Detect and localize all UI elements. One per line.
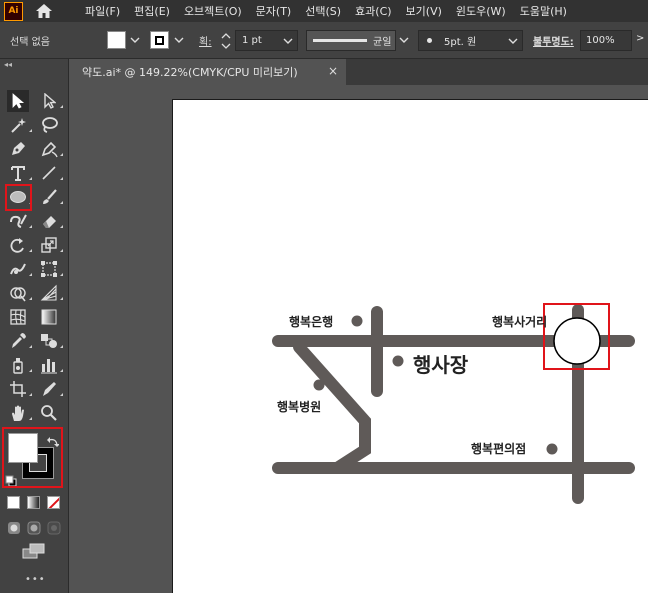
document-tab[interactable]: 약도.ai* @ 149.22%(CMYK/CPU 미리보기) × bbox=[70, 59, 346, 85]
home-icon[interactable] bbox=[33, 1, 55, 21]
menu-type[interactable]: 문자(T) bbox=[256, 3, 292, 19]
crossroad-circle bbox=[553, 317, 601, 365]
selection-tool-icon[interactable] bbox=[7, 90, 29, 112]
map-illustration bbox=[272, 303, 635, 504]
screen-mode-icon[interactable] bbox=[22, 543, 46, 563]
menu-edit[interactable]: 편집(E) bbox=[134, 3, 170, 19]
hospital-label: 행복병원 bbox=[277, 400, 322, 414]
gradient-tool-icon[interactable] bbox=[38, 306, 60, 328]
direct-selection-tool-icon[interactable] bbox=[38, 90, 60, 112]
stroke-swatch[interactable] bbox=[150, 31, 169, 49]
hospital-marker bbox=[313, 379, 325, 391]
menu-object[interactable]: 오브젝트(O) bbox=[184, 3, 242, 19]
menu-bar: Ai 파일(F) 편집(E) 오브젝트(O) 문자(T) 선택(S) 효과(C)… bbox=[0, 0, 648, 22]
variable-width-profile[interactable]: 균일 bbox=[306, 30, 396, 51]
selection-status: 선택 없음 bbox=[10, 36, 50, 48]
control-bar: 선택 없음 획: 1 pt 균일 5pt. 원 불투명도: 100% > bbox=[0, 22, 648, 59]
ellipse-tool-highlight bbox=[5, 184, 32, 211]
draw-inside-icon[interactable] bbox=[47, 520, 61, 539]
none-mode-button[interactable] bbox=[47, 496, 60, 509]
stroke-weight-field[interactable]: 1 pt bbox=[235, 30, 298, 51]
artboard-tool-icon[interactable] bbox=[7, 378, 29, 400]
column-graph-tool-icon[interactable] bbox=[38, 354, 60, 376]
shaper-tool-icon[interactable] bbox=[7, 210, 29, 232]
toolbox: ◂◂ ••• bbox=[0, 59, 69, 593]
eyedropper-tool-icon[interactable] bbox=[7, 330, 29, 352]
profile-label: 균일 bbox=[373, 37, 392, 48]
curvature-tool-icon[interactable] bbox=[38, 138, 60, 160]
line-segment-tool-icon[interactable] bbox=[38, 162, 60, 184]
store-marker bbox=[546, 443, 558, 455]
more-tools-button[interactable]: ••• bbox=[25, 574, 46, 585]
venue-marker bbox=[392, 355, 404, 367]
slice-tool-icon[interactable] bbox=[38, 378, 60, 400]
draw-normal-icon[interactable] bbox=[7, 520, 21, 539]
scale-tool-icon[interactable] bbox=[38, 234, 60, 256]
stroke-spinner-icon[interactable] bbox=[219, 30, 233, 52]
fill-color-swatch[interactable] bbox=[8, 433, 38, 463]
free-transform-tool-icon[interactable] bbox=[38, 258, 60, 280]
crossroad-label: 행복사거리 bbox=[492, 315, 548, 329]
color-mode-button[interactable] bbox=[7, 496, 20, 509]
profile-line bbox=[313, 39, 367, 42]
venue-label: 행사장 bbox=[413, 353, 469, 377]
symbol-sprayer-tool-icon[interactable] bbox=[7, 354, 29, 376]
brush-label: 5pt. 원 bbox=[444, 37, 477, 48]
bank-label: 행복은행 bbox=[289, 315, 334, 329]
brush-definition[interactable]: 5pt. 원 bbox=[418, 30, 523, 51]
menu-help[interactable]: 도움말(H) bbox=[520, 3, 567, 19]
artboard[interactable]: 행복은행 행복사거리 행사장 행복병원 행복편의점 bbox=[172, 99, 648, 593]
store-label: 행복편의점 bbox=[471, 442, 527, 456]
stroke-weight-value: 1 pt bbox=[242, 35, 262, 46]
lasso-tool-icon[interactable] bbox=[38, 114, 60, 136]
shape-builder-tool-icon[interactable] bbox=[7, 282, 29, 304]
menu-effect[interactable]: 효과(C) bbox=[355, 3, 392, 19]
menu-view[interactable]: 보기(V) bbox=[406, 3, 442, 19]
rotate-tool-icon[interactable] bbox=[7, 234, 29, 256]
magic-wand-tool-icon[interactable] bbox=[7, 114, 29, 136]
blend-tool-icon[interactable] bbox=[38, 330, 60, 352]
opacity-label[interactable]: 불투명도: bbox=[533, 33, 574, 48]
brush-dot-icon bbox=[427, 38, 432, 43]
illustrator-logo: Ai bbox=[4, 1, 23, 21]
warp-tool-icon[interactable] bbox=[7, 258, 29, 280]
document-tab-bar: 약도.ai* @ 149.22%(CMYK/CPU 미리보기) × bbox=[70, 59, 648, 85]
zoom-tool-icon[interactable] bbox=[38, 402, 60, 424]
paintbrush-tool-icon[interactable] bbox=[38, 186, 60, 208]
toolbox-collapse-icon[interactable]: ◂◂ bbox=[4, 60, 12, 69]
fill-swatch[interactable] bbox=[107, 31, 126, 49]
menu-file[interactable]: 파일(F) bbox=[85, 3, 120, 19]
menu-select[interactable]: 선택(S) bbox=[305, 3, 341, 19]
stroke-label[interactable]: 획: bbox=[199, 33, 212, 48]
opacity-field[interactable]: 100% bbox=[580, 30, 632, 51]
draw-behind-icon[interactable] bbox=[27, 520, 41, 539]
bank-marker bbox=[351, 315, 363, 327]
type-tool-icon[interactable] bbox=[7, 162, 29, 184]
stroke-dropdown-icon[interactable] bbox=[173, 31, 185, 49]
perspective-grid-tool-icon[interactable] bbox=[38, 282, 60, 304]
pen-tool-icon[interactable] bbox=[7, 138, 29, 160]
close-tab-icon[interactable]: × bbox=[328, 64, 338, 78]
gradient-mode-button[interactable] bbox=[27, 496, 40, 509]
mesh-tool-icon[interactable] bbox=[7, 306, 29, 328]
profile-dropdown-icon[interactable] bbox=[398, 31, 410, 49]
hand-tool-icon[interactable] bbox=[7, 402, 29, 424]
menu-window[interactable]: 윈도우(W) bbox=[456, 3, 506, 19]
opacity-more-button[interactable]: > bbox=[636, 33, 644, 44]
document-tab-title: 약도.ai* @ 149.22%(CMYK/CPU 미리보기) bbox=[82, 66, 298, 79]
fill-dropdown-icon[interactable] bbox=[129, 31, 141, 49]
eraser-tool-icon[interactable] bbox=[38, 210, 60, 232]
opacity-value: 100% bbox=[586, 35, 615, 46]
